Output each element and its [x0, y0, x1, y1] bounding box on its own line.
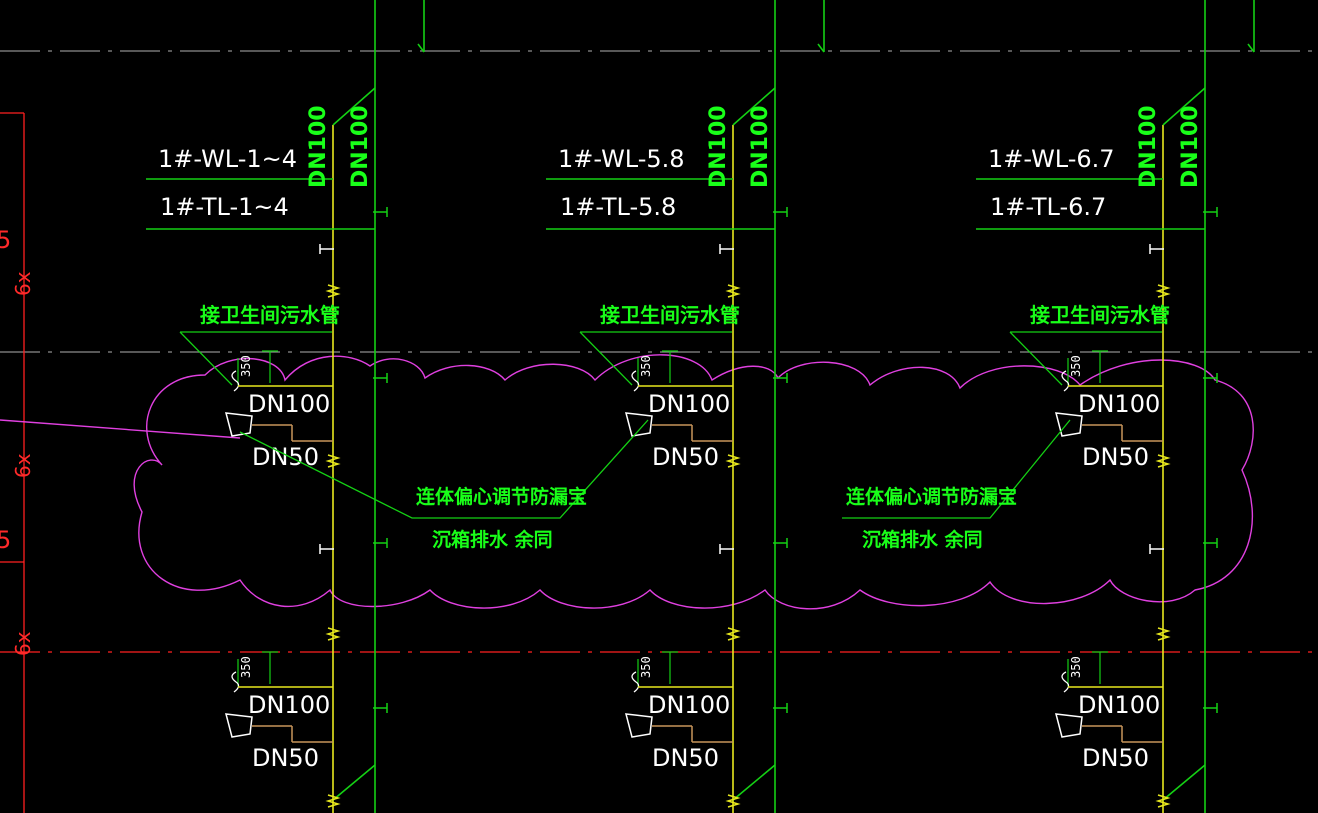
drain-size-label: DN50	[1082, 744, 1149, 772]
pipe-size-label: DN100	[1078, 390, 1160, 418]
pipe-size-label: DN100	[248, 691, 330, 719]
riser-size-label-2: DN100	[348, 105, 373, 188]
height-dim-label: 350	[1069, 656, 1083, 678]
cad-drawing-canvas[interactable]: 5 6x 6x 5 6x 1#-WL-1~4 1#-TL-1~4 DN100 DN10…	[0, 0, 1318, 813]
note-label: 接卫生间污水管	[600, 303, 740, 327]
height-dim-label: 350	[239, 656, 253, 678]
riser-column-2[interactable]: 1#-WL-5.8 1#-TL-5.8 DN100 DN100 接卫生间污水管 350 DN…	[546, 0, 825, 813]
tl-pipe-label: 1#-TL-6.7	[990, 193, 1106, 221]
riser-column-3[interactable]: 1#-WL-6.7 1#-TL-6.7 DN100 DN100 接卫生间污水管 350 DN…	[976, 0, 1255, 813]
drain-size-label: DN50	[1082, 443, 1149, 471]
height-dim-label: 350	[1069, 355, 1083, 377]
wl-pipe-label: 1#-WL-6.7	[988, 145, 1115, 173]
pipe-size-label: DN100	[648, 390, 730, 418]
fixture-group-lower-1[interactable]: 350 DN100 DN50	[224, 651, 333, 772]
left-dimension-labels: 5 6x 6x 5 6x	[0, 226, 35, 656]
dim-label-2: 6x	[11, 271, 35, 296]
pipe-size-label: DN100	[648, 691, 730, 719]
dim-label-1: 5	[0, 226, 11, 254]
riser-size-label-1: DN100	[706, 105, 731, 188]
pipe-size-label: DN100	[248, 390, 330, 418]
dim-label-3: 6x	[11, 453, 35, 478]
riser-column-1[interactable]: 1#-WL-1~4 1#-TL-1~4 DN100 DN100 接卫生间污水管 350 DN…	[146, 0, 425, 813]
tl-pipe-label: 1#-TL-5.8	[560, 193, 676, 221]
callout-1[interactable]: 连体偏心调节防漏宝 沉箱排水 余同	[239, 419, 649, 551]
height-dim-label: 350	[639, 355, 653, 377]
riser-size-label-1: DN100	[306, 105, 331, 188]
dim-label-4: 5	[0, 526, 11, 554]
drain-size-label: DN50	[652, 744, 719, 772]
leader-line-magenta	[0, 419, 241, 439]
callout-2-line2: 沉箱排水 余同	[862, 528, 983, 551]
tl-pipe-label: 1#-TL-1~4	[160, 193, 289, 221]
callout-1-line1: 连体偏心调节防漏宝	[416, 485, 587, 508]
fixture-group-lower-2[interactable]: 350 DN100 DN50	[624, 651, 733, 772]
riser-size-label-1: DN100	[1136, 105, 1161, 188]
riser-columns: 1#-WL-1~4 1#-TL-1~4 DN100 DN100 接卫生间污水管 350 DN…	[146, 0, 1255, 813]
callout-1-line2: 沉箱排水 余同	[432, 528, 553, 551]
callout-2-line1: 连体偏心调节防漏宝	[846, 485, 1017, 508]
note-label: 接卫生间污水管	[1030, 303, 1170, 327]
height-dim-label: 350	[639, 656, 653, 678]
drain-size-label: DN50	[652, 443, 719, 471]
fixture-group-lower-3[interactable]: 350 DN100 DN50	[1054, 651, 1163, 772]
fixture-group-upper-2[interactable]: 350 DN100 DN50	[624, 350, 733, 471]
wl-pipe-label: 1#-WL-1~4	[158, 145, 297, 173]
callout-2[interactable]: 连体偏心调节防漏宝 沉箱排水 余同	[842, 419, 1071, 551]
riser-size-label-2: DN100	[748, 105, 773, 188]
pipe-size-label: DN100	[1078, 691, 1160, 719]
note-label: 接卫生间污水管	[200, 303, 340, 327]
wl-pipe-label: 1#-WL-5.8	[558, 145, 685, 173]
drain-size-label: DN50	[252, 744, 319, 772]
riser-size-label-2: DN100	[1178, 105, 1203, 188]
height-dim-label: 350	[239, 355, 253, 377]
dim-label-5: 6x	[11, 631, 35, 656]
